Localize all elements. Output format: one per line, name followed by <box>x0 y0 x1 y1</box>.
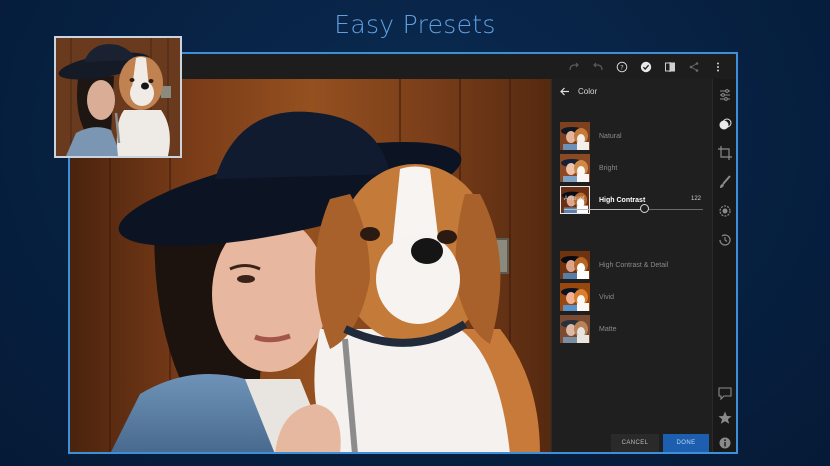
star-icon[interactable] <box>717 410 733 426</box>
done-button[interactable]: DONE <box>663 434 709 452</box>
compare-icon[interactable] <box>658 57 682 77</box>
original-photo-preview <box>54 36 182 158</box>
presets-icon[interactable] <box>717 116 733 132</box>
preset-thumbnail <box>560 251 590 279</box>
preset-label: Natural <box>599 132 622 140</box>
preset-thumbnail <box>560 315 590 343</box>
amount-value: 122 <box>690 196 701 202</box>
presets-check-icon[interactable] <box>634 57 658 77</box>
preset-label: Vivid <box>599 293 615 301</box>
info-icon[interactable] <box>717 435 733 451</box>
preset-thumbnail <box>560 283 590 311</box>
amount-label: Amount <box>564 196 585 202</box>
preset-label: High Contrast & Detail <box>599 261 669 269</box>
preset-label: Matte <box>599 325 617 333</box>
svg-text:?: ? <box>620 63 623 71</box>
preset-thumbnail <box>560 154 590 182</box>
panel-header: Color <box>560 87 597 96</box>
preset-matte[interactable]: Matte <box>560 315 617 343</box>
share-icon[interactable] <box>682 57 706 77</box>
effects-icon[interactable] <box>717 203 733 219</box>
preset-natural[interactable]: Natural <box>560 122 622 150</box>
back-arrow-icon[interactable] <box>560 87 570 96</box>
undo-icon[interactable] <box>586 57 610 77</box>
preset-label: Bright <box>599 164 618 172</box>
crop-icon[interactable] <box>717 145 733 161</box>
preset-vivid[interactable]: Vivid <box>560 283 614 311</box>
headline: Easy Presets <box>334 10 496 39</box>
preset-thumbnail <box>560 122 590 150</box>
cancel-button[interactable]: CANCEL <box>611 434 659 452</box>
preset-high-contrast-detail[interactable]: High Contrast & Detail <box>560 251 668 279</box>
amount-slider-fill <box>564 209 645 210</box>
redo-icon[interactable] <box>562 57 586 77</box>
preset-bright[interactable]: Bright <box>560 154 617 182</box>
original-photo-illustration <box>56 38 180 156</box>
more-icon[interactable] <box>706 57 730 77</box>
sliders-icon[interactable] <box>717 87 733 103</box>
amount-slider-handle[interactable] <box>640 204 650 213</box>
brush-icon[interactable] <box>717 174 733 190</box>
tool-rail <box>712 79 736 452</box>
amount-row: Amount 122 <box>564 196 701 202</box>
comment-icon[interactable] <box>717 385 733 401</box>
panel-title: Color <box>578 87 598 96</box>
presets-panel: Color Natural Bright High Contrast Amoun… <box>551 79 713 452</box>
history-icon[interactable] <box>717 232 733 248</box>
help-icon[interactable]: ? <box>610 57 634 77</box>
